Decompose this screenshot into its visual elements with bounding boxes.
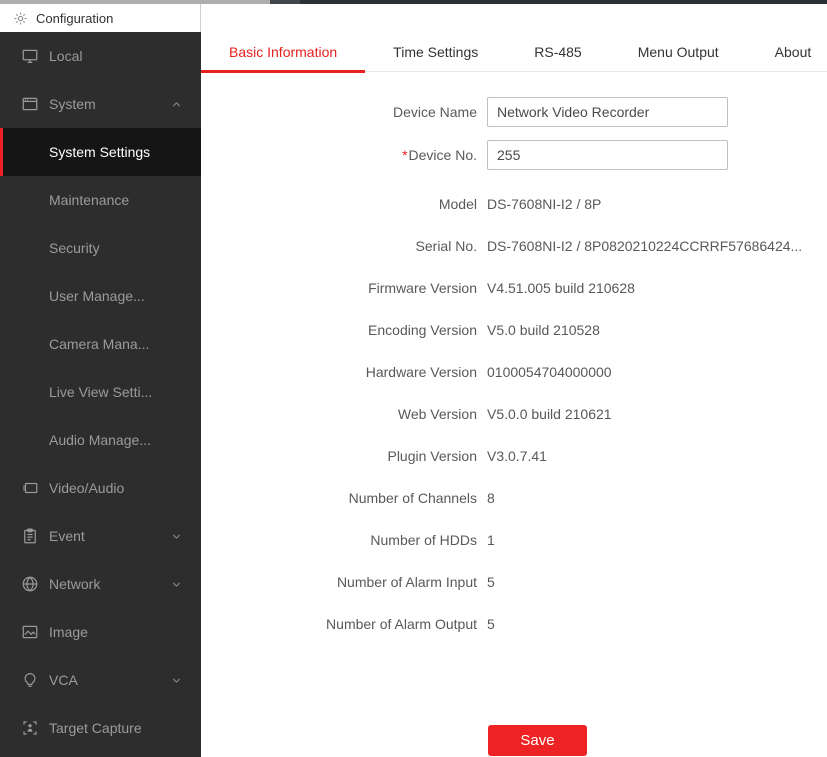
sidebar: Local System System Settings Maintenance… [0,32,201,757]
chevron-up-icon [170,98,183,111]
sidebar-item-label: Video/Audio [49,480,124,496]
number-of-channels-row: Number of Channels 8 [201,477,827,519]
tab-bar: Basic Information Time Settings RS-485 M… [201,32,827,72]
clipboard-icon [21,527,39,545]
sidebar-item-label: Image [49,624,88,640]
device-no-row: *Device No. [201,140,827,170]
sidebar-item-user-management[interactable]: User Manage... [0,272,201,320]
model-row: Model DS-7608NI-I2 / 8P [201,183,827,225]
sidebar-item-system-settings[interactable]: System Settings [0,128,201,176]
sidebar-item-security[interactable]: Security [0,224,201,272]
sidebar-item-label: User Manage... [49,288,145,304]
sidebar-item-label: Security [49,240,100,256]
device-name-label: Device Name [201,104,477,120]
bulb-icon [21,671,39,689]
serial-no-row: Serial No. DS-7608NI-I2 / 8P0820210224CC… [201,225,827,267]
chevron-down-icon [170,674,183,687]
page-title: Configuration [36,11,113,26]
sidebar-item-camera-management[interactable]: Camera Mana... [0,320,201,368]
number-of-alarm-input-row: Number of Alarm Input 5 [201,561,827,603]
sidebar-item-label: System Settings [49,144,150,160]
required-asterisk: * [402,147,407,163]
encoding-version-value: V5.0 build 210528 [487,322,600,338]
serial-no-value: DS-7608NI-I2 / 8P0820210224CCRRF57686424… [487,238,802,254]
number-of-hdds-row: Number of HDDs 1 [201,519,827,561]
sidebar-item-label: Local [49,48,82,64]
target-capture-icon [21,719,39,737]
header: Configuration [0,4,827,32]
number-of-alarm-output-row: Number of Alarm Output 5 [201,603,827,645]
sidebar-item-label: System [49,96,96,112]
device-no-label: *Device No. [201,147,477,163]
globe-icon [21,575,39,593]
sidebar-item-maintenance[interactable]: Maintenance [0,176,201,224]
model-value: DS-7608NI-I2 / 8P [487,196,601,212]
number-of-channels-value: 8 [487,490,495,506]
hardware-version-value: 0100054704000000 [487,364,612,380]
tab-rs-485[interactable]: RS-485 [506,32,609,72]
sidebar-item-label: Target Capture [49,720,142,736]
sidebar-item-video-audio[interactable]: Video/Audio [0,464,201,512]
number-of-hdds-value: 1 [487,532,495,548]
firmware-version-value: V4.51.005 build 210628 [487,280,635,296]
tab-time-settings[interactable]: Time Settings [365,32,506,72]
sidebar-item-network[interactable]: Network [0,560,201,608]
plugin-version-value: V3.0.7.41 [487,448,547,464]
sidebar-item-label: VCA [49,672,78,688]
sidebar-item-label: Event [49,528,85,544]
basic-information-form: Device Name *Device No. Model DS-7608NI-… [201,72,827,756]
gear-icon [13,11,28,26]
plugin-version-row: Plugin Version V3.0.7.41 [201,435,827,477]
web-version-value: V5.0.0 build 210621 [487,406,612,422]
sidebar-item-event[interactable]: Event [0,512,201,560]
sidebar-item-vca[interactable]: VCA [0,656,201,704]
sidebar-item-audio-management[interactable]: Audio Manage... [0,416,201,464]
monitor-icon [21,47,39,65]
sidebar-item-live-view-settings[interactable]: Live View Setti... [0,368,201,416]
sidebar-item-label: Maintenance [49,192,129,208]
sidebar-item-image[interactable]: Image [0,608,201,656]
sidebar-item-target-capture[interactable]: Target Capture [0,704,201,752]
firmware-version-row: Firmware Version V4.51.005 build 210628 [201,267,827,309]
chevron-down-icon [170,530,183,543]
sidebar-item-label: Audio Manage... [49,432,151,448]
number-of-alarm-output-value: 5 [487,616,495,632]
device-no-input[interactable] [487,140,728,170]
number-of-alarm-input-value: 5 [487,574,495,590]
tab-basic-information[interactable]: Basic Information [201,32,365,72]
image-icon [21,623,39,641]
tab-menu-output[interactable]: Menu Output [610,32,747,72]
chevron-down-icon [170,578,183,591]
device-name-row: Device Name [201,97,827,127]
sidebar-item-label: Live View Setti... [49,384,152,400]
encoding-version-row: Encoding Version V5.0 build 210528 [201,309,827,351]
save-button[interactable]: Save [488,725,587,756]
sidebar-item-label: Camera Mana... [49,336,149,352]
sidebar-item-local[interactable]: Local [0,32,201,80]
window-icon [21,95,39,113]
browser-tab-configuration[interactable]: Configuration [0,4,201,32]
video-icon [21,479,39,497]
sidebar-item-system[interactable]: System [0,80,201,128]
main-content: Basic Information Time Settings RS-485 M… [201,32,827,757]
device-name-input[interactable] [487,97,728,127]
tab-about[interactable]: About [747,32,827,72]
sidebar-item-label: Network [49,576,100,592]
hardware-version-row: Hardware Version 0100054704000000 [201,351,827,393]
web-version-row: Web Version V5.0.0 build 210621 [201,393,827,435]
